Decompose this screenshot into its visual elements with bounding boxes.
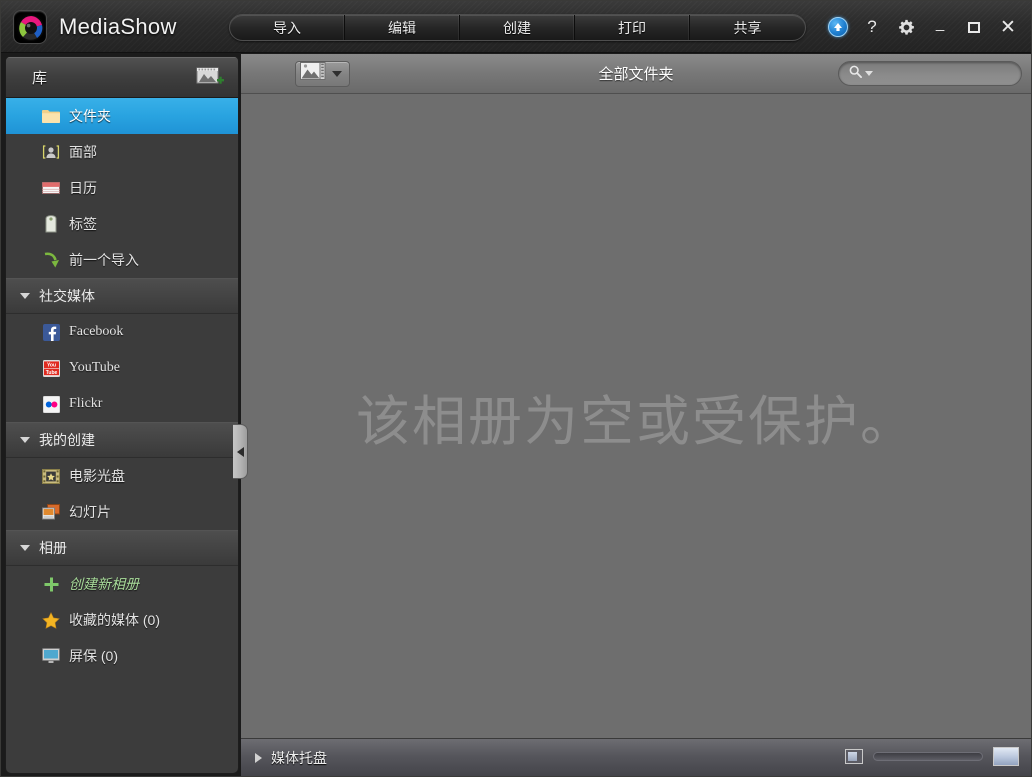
maximize-icon bbox=[968, 21, 980, 33]
search-input[interactable] bbox=[873, 66, 1031, 81]
sidebar-section-social-media[interactable]: 社交媒体 bbox=[6, 278, 238, 314]
media-tray-toggle[interactable]: 媒体托盘 bbox=[255, 748, 327, 768]
thumbnail-zoom-control bbox=[845, 747, 1019, 766]
content-toolbar: 全部文件夹 ✕ bbox=[241, 54, 1031, 94]
title-bar: MediaShow 导入 编辑 创建 打印 共享 ? _ ✕ bbox=[1, 1, 1031, 53]
minimize-icon: _ bbox=[935, 14, 945, 32]
sidebar-item-calendar[interactable]: 日历 bbox=[6, 170, 238, 206]
settings-button[interactable] bbox=[889, 10, 923, 44]
sidebar-item-movie-disc[interactable]: 电影光盘 bbox=[6, 458, 238, 494]
photo-film-icon bbox=[300, 62, 326, 85]
screensaver-icon bbox=[42, 647, 60, 665]
empty-state-message: 该相册为空或受保护。 bbox=[356, 391, 916, 452]
search-box[interactable]: ✕ bbox=[838, 61, 1031, 86]
minimize-button[interactable]: _ bbox=[923, 10, 957, 44]
sidebar-item-create-album[interactable]: 创建新相册 bbox=[6, 566, 238, 602]
calendar-icon bbox=[42, 179, 60, 197]
star-icon bbox=[42, 611, 60, 629]
face-icon bbox=[42, 143, 60, 161]
sidebar-item-screensaver[interactable]: 屏保 (0) bbox=[6, 638, 238, 674]
add-photo-icon[interactable] bbox=[196, 66, 224, 88]
import-arrow-icon bbox=[42, 251, 60, 269]
close-button[interactable]: ✕ bbox=[991, 10, 1025, 44]
youtube-icon: You Tube bbox=[42, 359, 60, 377]
app-logo-icon bbox=[13, 9, 47, 44]
sidebar-item-label: Facebook bbox=[69, 324, 124, 339]
bottom-status-bar: 媒体托盘 bbox=[241, 738, 1031, 776]
flickr-icon bbox=[42, 395, 60, 413]
chevron-down-icon[interactable] bbox=[865, 71, 873, 76]
sidebar-collapse-handle[interactable] bbox=[233, 424, 248, 479]
sidebar-item-label: 创建新相册 bbox=[69, 576, 139, 592]
chevron-down-icon bbox=[20, 437, 30, 443]
tab-create[interactable]: 创建 bbox=[460, 15, 575, 40]
svg-text:You: You bbox=[46, 362, 55, 368]
mediashow-window: MediaShow 导入 编辑 创建 打印 共享 ? _ ✕ 库 文件夹 面部 … bbox=[0, 0, 1032, 777]
sidebar-item-flickr[interactable]: Flickr bbox=[6, 386, 238, 422]
sidebar-item-label: YouTube bbox=[69, 360, 120, 375]
folder-icon bbox=[42, 107, 60, 125]
tab-import[interactable]: 导入 bbox=[230, 15, 345, 40]
media-grid-empty-state: 该相册为空或受保护。 bbox=[233, 94, 1031, 738]
media-type-dropdown[interactable] bbox=[295, 60, 350, 87]
sidebar-section-label: 相册 bbox=[39, 540, 67, 556]
help-button[interactable]: ? bbox=[855, 10, 889, 44]
tab-print[interactable]: 打印 bbox=[575, 15, 690, 40]
thumbnail-size-slider[interactable] bbox=[873, 752, 983, 761]
sidebar-item-faces[interactable]: 面部 bbox=[6, 134, 238, 170]
tag-icon bbox=[42, 215, 60, 233]
sidebar-item-label: 文件夹 bbox=[69, 108, 111, 124]
sidebar-item-label: 收藏的媒体 (0) bbox=[69, 612, 160, 628]
sidebar-item-tags[interactable]: 标签 bbox=[6, 206, 238, 242]
sidebar-section-label: 我的创建 bbox=[39, 432, 95, 448]
close-icon: ✕ bbox=[1000, 16, 1016, 38]
sidebar-item-list: 文件夹 面部 日历 标签 前一个导入 社交媒体 Facebook You Tub… bbox=[6, 98, 238, 674]
sidebar-item-favorite-media[interactable]: 收藏的媒体 (0) bbox=[6, 602, 238, 638]
app-title: MediaShow bbox=[59, 13, 177, 39]
content-area: 全部文件夹 ✕ 该相册为空或受保护。 bbox=[233, 54, 1031, 776]
sidebar-item-label: 日历 bbox=[69, 180, 97, 196]
sidebar-item-label: 面部 bbox=[69, 144, 97, 160]
media-tray-label: 媒体托盘 bbox=[271, 749, 327, 766]
sidebar-item-label: 幻灯片 bbox=[69, 504, 111, 520]
sidebar-section-label: 社交媒体 bbox=[39, 288, 95, 304]
chevron-down-icon bbox=[20, 545, 30, 551]
upgrade-button[interactable] bbox=[821, 10, 855, 44]
system-icon-group: ? _ ✕ bbox=[821, 1, 1025, 53]
tab-share[interactable]: 共享 bbox=[690, 15, 805, 40]
sidebar-section-albums[interactable]: 相册 bbox=[6, 530, 238, 566]
sidebar-item-folders[interactable]: 文件夹 bbox=[6, 98, 238, 134]
help-icon: ? bbox=[867, 17, 877, 36]
upgrade-icon bbox=[828, 17, 848, 37]
main-tab-bar: 导入 编辑 创建 打印 共享 bbox=[229, 14, 806, 41]
sidebar-item-facebook[interactable]: Facebook bbox=[6, 314, 238, 350]
small-thumbnail-icon[interactable] bbox=[845, 749, 863, 764]
sidebar-item-label: 前一个导入 bbox=[69, 252, 139, 268]
maximize-button[interactable] bbox=[957, 10, 991, 44]
sidebar-item-last-import[interactable]: 前一个导入 bbox=[6, 242, 238, 278]
sidebar-header: 库 bbox=[6, 57, 238, 98]
chevron-down-icon bbox=[20, 293, 30, 299]
chevron-right-icon bbox=[255, 752, 262, 763]
sidebar-section-my-creations[interactable]: 我的创建 bbox=[6, 422, 238, 458]
large-thumbnail-icon[interactable] bbox=[993, 747, 1019, 766]
sidebar-item-slideshow[interactable]: 幻灯片 bbox=[6, 494, 238, 530]
sidebar-item-label: 屏保 (0) bbox=[69, 648, 118, 664]
chevron-down-icon bbox=[332, 70, 342, 77]
chevron-left-icon bbox=[236, 446, 244, 457]
plus-icon bbox=[42, 575, 60, 593]
svg-text:Tube: Tube bbox=[45, 369, 57, 375]
tab-edit[interactable]: 编辑 bbox=[345, 15, 460, 40]
library-sidebar: 库 文件夹 面部 日历 标签 前一个导入 社交媒体 Facebook You T… bbox=[5, 56, 239, 774]
slideshow-icon bbox=[42, 503, 60, 521]
sidebar-item-label: 电影光盘 bbox=[69, 468, 125, 484]
sidebar-title: 库 bbox=[32, 69, 48, 87]
sidebar-item-youtube[interactable]: You Tube YouTube bbox=[6, 350, 238, 386]
movie-disc-icon bbox=[42, 467, 60, 485]
sidebar-item-label: Flickr bbox=[69, 396, 103, 411]
gear-icon bbox=[898, 19, 914, 35]
facebook-icon bbox=[42, 323, 60, 341]
sidebar-item-label: 标签 bbox=[69, 216, 97, 232]
search-icon bbox=[849, 65, 862, 83]
